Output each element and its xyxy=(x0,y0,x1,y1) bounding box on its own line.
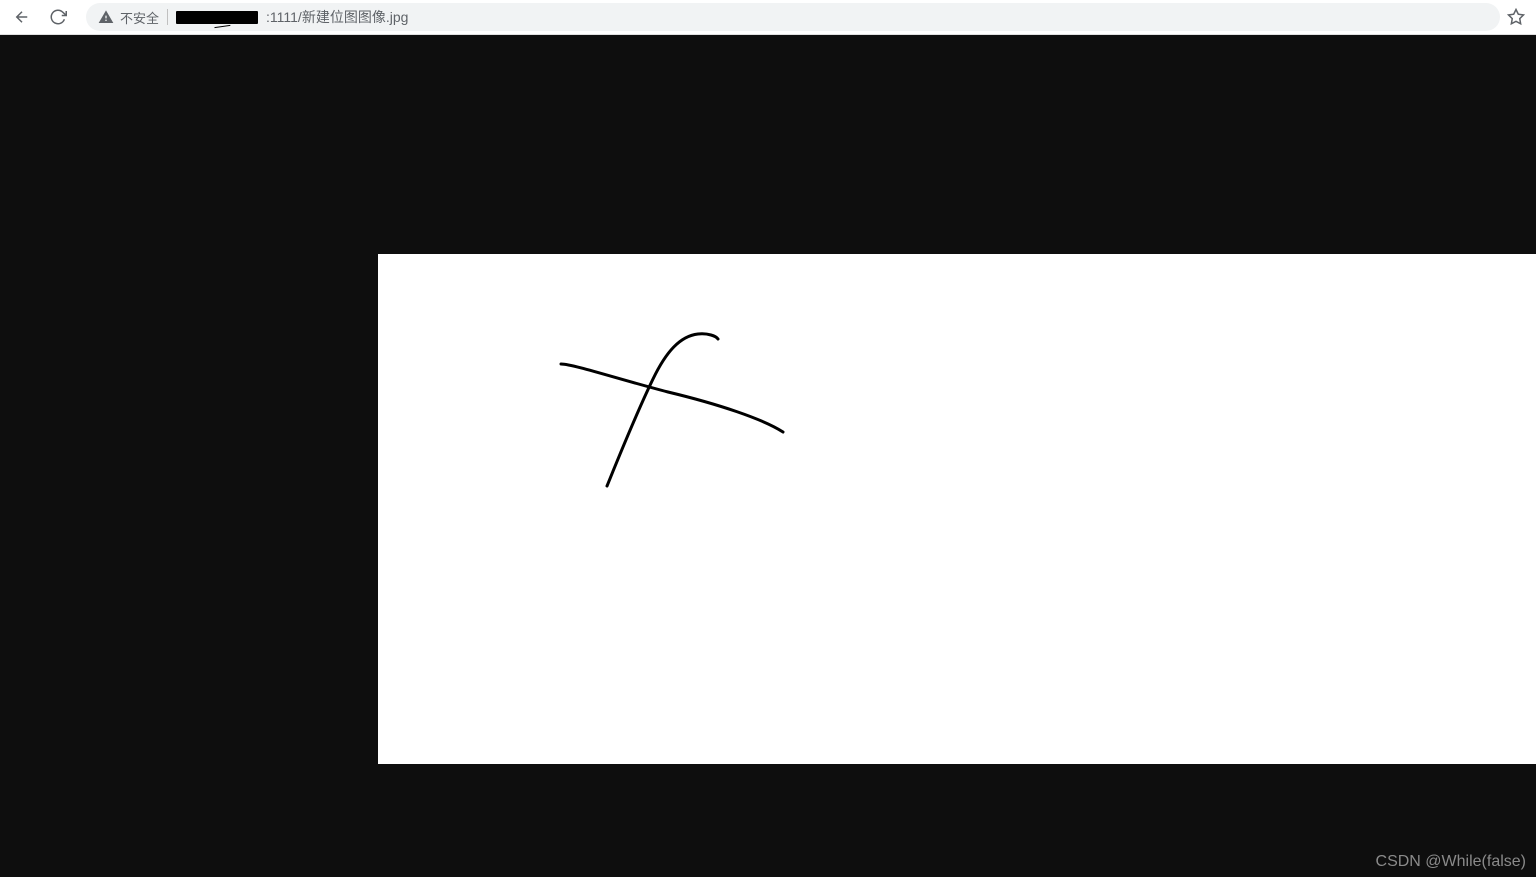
arrow-left-icon xyxy=(13,8,31,26)
security-indicator[interactable]: 不安全 xyxy=(98,8,159,27)
url-suffix: :1111/新建位图图像.jpg xyxy=(266,7,408,27)
warning-icon xyxy=(98,9,114,25)
image-display[interactable] xyxy=(378,254,1536,764)
address-bar[interactable]: 不安全 :1111/新建位图图像.jpg xyxy=(86,3,1500,31)
security-label: 不安全 xyxy=(120,8,159,27)
reload-icon xyxy=(49,8,67,26)
drawing-stroke-1 xyxy=(378,254,1536,764)
star-icon xyxy=(1507,8,1525,26)
back-button[interactable] xyxy=(8,3,36,31)
address-divider xyxy=(167,9,168,25)
watermark-text: CSDN @While(false) xyxy=(1376,853,1526,871)
bookmark-button[interactable] xyxy=(1504,5,1528,29)
browser-toolbar: 不安全 :1111/新建位图图像.jpg xyxy=(0,0,1536,35)
reload-button[interactable] xyxy=(44,3,72,31)
content-viewport: CSDN @While(false) xyxy=(0,35,1536,877)
url-redacted-portion xyxy=(176,11,258,24)
